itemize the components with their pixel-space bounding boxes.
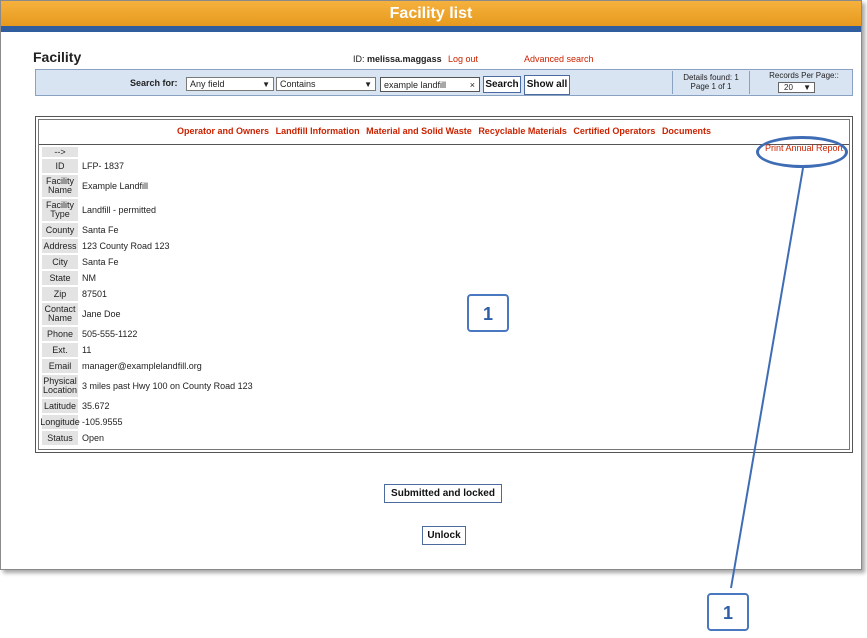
callout-badge-bottom: 1 [707,593,749,631]
callout-connector [730,167,804,589]
callout-pointer-line [730,167,804,589]
callout-badge-center: 1 [467,294,509,332]
